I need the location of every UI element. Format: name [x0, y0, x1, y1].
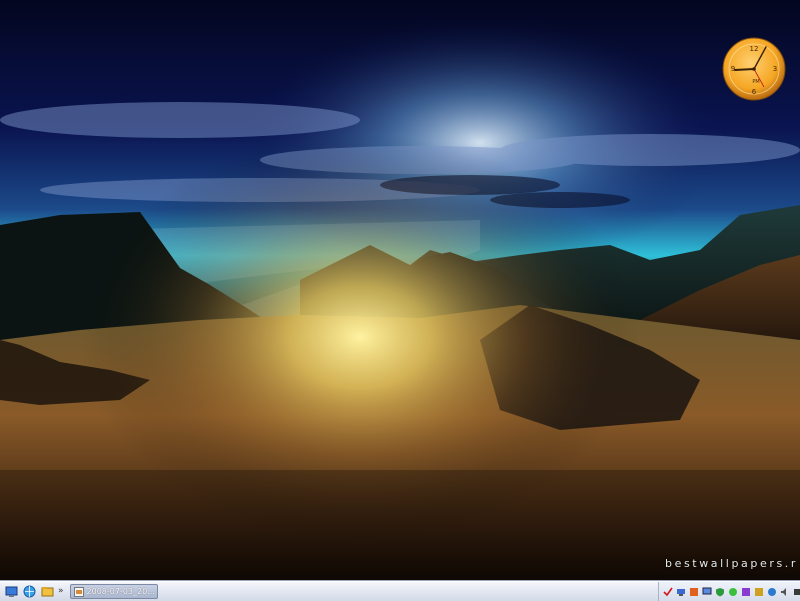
clock-numeral-3: 3 — [773, 65, 777, 73]
taskbar: » 2008-07-03_20... — [0, 581, 800, 601]
clock-face-icon: 12 3 6 9 PM — [722, 37, 786, 101]
network-icon[interactable] — [676, 587, 686, 597]
red-check-icon[interactable] — [663, 587, 673, 597]
clock-numeral-12: 12 — [750, 45, 759, 53]
clock-widget[interactable]: 12 3 6 9 PM — [722, 37, 786, 101]
antivirus-icon[interactable] — [741, 587, 751, 597]
shield-icon[interactable] — [715, 587, 725, 597]
quick-launch-more-button[interactable]: » — [58, 587, 64, 596]
clock-hour-hand — [734, 68, 755, 71]
desktop: 12 3 6 9 PM bestwallpapers.r — [0, 0, 800, 581]
globe-icon[interactable] — [767, 587, 777, 597]
monitor-icon[interactable] — [702, 587, 712, 597]
chat-icon[interactable] — [728, 587, 738, 597]
clock-numeral-6: 6 — [752, 88, 757, 96]
update-icon[interactable] — [754, 587, 764, 597]
power-icon[interactable] — [793, 587, 800, 597]
browser-icon[interactable] — [22, 585, 36, 599]
taskbar-window-button[interactable]: 2008-07-03_20... — [69, 584, 158, 599]
show-desktop-icon[interactable] — [4, 585, 18, 599]
speaker-icon[interactable] — [689, 587, 699, 597]
system-tray — [658, 582, 800, 601]
wallpaper-watermark: bestwallpapers.r — [665, 557, 798, 570]
volume-icon[interactable] — [780, 587, 790, 597]
taskbar-window-label: 2008-07-03_20... — [86, 587, 155, 596]
explorer-icon[interactable] — [40, 585, 54, 599]
clock-numeral-9: 9 — [731, 65, 735, 73]
image-file-icon — [73, 586, 84, 597]
clock-meridiem: PM — [752, 79, 759, 85]
wallpaper-image — [0, 0, 800, 581]
